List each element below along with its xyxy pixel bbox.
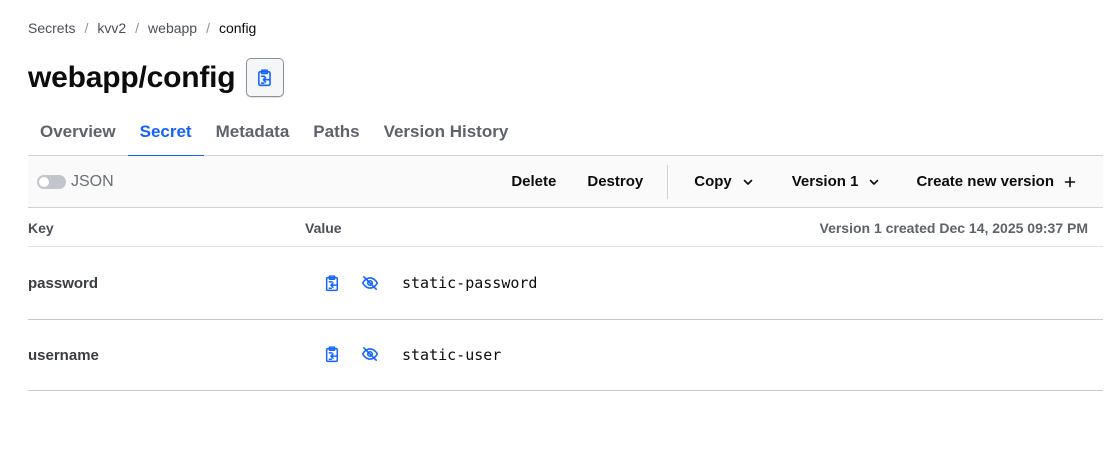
table-header: Key Value Version 1 created Dec 14, 2025… (28, 208, 1103, 247)
breadcrumb: Secrets / kvv2 / webapp / config (28, 19, 256, 37)
tab-metadata[interactable]: Metadata (204, 108, 302, 156)
destroy-button[interactable]: Destroy (587, 156, 643, 208)
table-row: password static-password (28, 247, 1103, 320)
breadcrumb-separator: / (84, 20, 89, 36)
breadcrumb-kvv2[interactable]: kvv2 (97, 19, 126, 37)
version-label: Version 1 (791, 173, 859, 190)
tab-overview[interactable]: Overview (28, 108, 128, 156)
secret-value: static-user (402, 346, 502, 364)
version-dropdown[interactable]: Version 1 (792, 156, 881, 208)
breadcrumb-current: config (218, 20, 257, 36)
toggle-switch[interactable] (37, 174, 66, 189)
breadcrumb-webapp[interactable]: webapp (148, 19, 197, 37)
delete-button[interactable]: Delete (511, 156, 556, 208)
breadcrumb-separator: / (206, 20, 210, 36)
table-row: username static-user (28, 320, 1103, 391)
toggle-visibility-button[interactable] (359, 343, 381, 365)
create-new-version-label: Create new version (916, 173, 1054, 190)
key-column-header: Key (28, 220, 54, 236)
copy-value-button[interactable] (321, 272, 343, 294)
page-title: webapp/config (28, 60, 236, 94)
json-toggle[interactable]: JSON (37, 173, 114, 191)
eye-off-icon (361, 276, 379, 290)
version-created-info: Version 1 created Dec 14, 2025 09:37 PM (819, 220, 1089, 236)
toolbar-divider (667, 164, 669, 199)
value-column-header: Value (305, 220, 342, 236)
delete-label: Delete (511, 173, 557, 190)
secret-key: username (28, 347, 99, 364)
copy-label: Copy (694, 173, 732, 190)
create-new-version-button[interactable]: Create new version (916, 156, 1076, 208)
tab-bar: Overview Secret Metadata Paths Version H… (28, 108, 1103, 157)
title-row: webapp/config (28, 58, 285, 97)
breadcrumb-separator: / (135, 20, 140, 36)
tab-version-history[interactable]: Version History (372, 108, 521, 156)
tab-secret[interactable]: Secret (127, 108, 204, 157)
copy-value-button[interactable] (321, 343, 343, 365)
toggle-visibility-button[interactable] (359, 272, 381, 294)
toolbar: JSON Delete Destroy Copy Version 1 Creat… (28, 156, 1103, 208)
plus-icon (1064, 176, 1076, 188)
clipboard-copy-icon (325, 274, 338, 291)
destroy-label: Destroy (587, 173, 644, 190)
json-toggle-label: JSON (71, 172, 114, 190)
tab-paths[interactable]: Paths (301, 108, 371, 156)
clipboard-copy-icon (325, 345, 338, 362)
chevron-down-icon (742, 176, 754, 188)
secret-key: password (28, 275, 99, 292)
breadcrumb-secrets[interactable]: Secrets (28, 19, 75, 37)
copy-dropdown[interactable]: Copy (694, 156, 754, 208)
copy-path-button[interactable] (246, 58, 285, 97)
eye-off-icon (361, 347, 379, 361)
clipboard-copy-icon (258, 68, 272, 86)
secret-value: static-password (402, 274, 538, 292)
chevron-down-icon (868, 176, 880, 188)
